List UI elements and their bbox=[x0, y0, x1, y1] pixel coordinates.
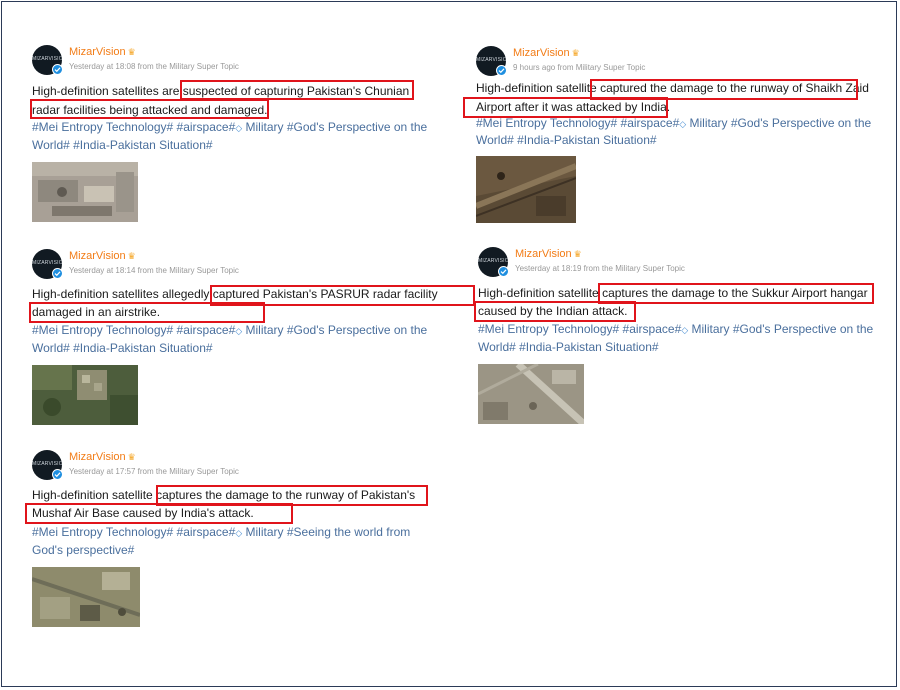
crown-icon: ♛ bbox=[127, 47, 136, 57]
post-timestamp[interactable]: Yesterday at 18:14 from the Military Sup… bbox=[69, 266, 239, 275]
crown-icon: ♛ bbox=[573, 249, 582, 259]
highlight-box bbox=[474, 301, 636, 322]
verified-badge-icon bbox=[52, 64, 63, 75]
satellite-image-thumbnail[interactable] bbox=[32, 567, 140, 627]
hashtag-line[interactable]: World# #India-Pakistan Situation# bbox=[32, 339, 213, 357]
account-name[interactable]: MizarVision ♛ bbox=[69, 250, 136, 262]
crown-icon: ♛ bbox=[127, 251, 136, 261]
hashtag-line[interactable]: #Mei Entropy Technology# #airspace#◇ Mil… bbox=[478, 320, 873, 339]
satellite-image-thumbnail[interactable] bbox=[32, 365, 138, 425]
hashtag-line[interactable]: #Mei Entropy Technology# #airspace#◇ Mil… bbox=[32, 321, 427, 340]
weibo-post: MIZARVISION MizarVision♛ Yesterday at 18… bbox=[30, 45, 452, 225]
hashtag-line[interactable]: World# #India-Pakistan Situation# bbox=[478, 338, 659, 356]
hashtag-line[interactable]: World# #India-Pakistan Situation# bbox=[32, 136, 213, 154]
post-timestamp[interactable]: 9 hours ago from Military Super Topic bbox=[513, 63, 645, 72]
post-timestamp[interactable]: Yesterday at 18:08 from the Military Sup… bbox=[69, 62, 239, 71]
highlight-box bbox=[25, 503, 293, 524]
weibo-post: MIZARVISION MizarVision♛ Yesterday at 18… bbox=[474, 247, 898, 427]
post-timestamp[interactable]: Yesterday at 17:57 from the Military Sup… bbox=[69, 467, 239, 476]
crown-icon: ♛ bbox=[571, 48, 580, 58]
weibo-post: MIZARVISION MizarVision♛ Yesterday at 17… bbox=[25, 450, 452, 630]
hashtag-line[interactable]: World# #India-Pakistan Situation# bbox=[476, 131, 657, 149]
post-timestamp[interactable]: Yesterday at 18:19 from the Military Sup… bbox=[515, 264, 685, 273]
highlight-box bbox=[463, 97, 668, 118]
verified-badge-icon bbox=[52, 469, 63, 480]
satellite-image-thumbnail[interactable] bbox=[476, 156, 576, 223]
verified-badge-icon bbox=[52, 268, 63, 279]
account-name[interactable]: MizarVision ♛ bbox=[69, 451, 136, 463]
verified-badge-icon bbox=[498, 266, 509, 277]
highlight-box bbox=[180, 80, 414, 100]
highlight-box bbox=[30, 99, 269, 119]
crown-icon: ♛ bbox=[127, 452, 136, 462]
hashtag-line[interactable]: #Mei Entropy Technology# #airspace#◇ Mil… bbox=[32, 118, 427, 137]
highlight-box bbox=[29, 302, 265, 323]
verified-badge-icon bbox=[496, 65, 507, 76]
hashtag-line[interactable]: #Mei Entropy Technology# #airspace#◇ Mil… bbox=[32, 523, 410, 542]
weibo-post: MIZARVISION MizarVision♛ Yesterday at 18… bbox=[29, 249, 475, 429]
satellite-image-thumbnail[interactable] bbox=[478, 364, 584, 424]
highlight-box bbox=[598, 283, 874, 304]
account-name[interactable]: MizarVision ♛ bbox=[515, 248, 582, 260]
account-name[interactable]: MizarVision ♛ bbox=[69, 46, 136, 58]
weibo-post: MIZARVISION MizarVision♛ 9 hours ago fro… bbox=[463, 46, 896, 226]
account-name[interactable]: MizarVision ♛ bbox=[513, 47, 580, 59]
satellite-image-thumbnail[interactable] bbox=[32, 162, 138, 222]
hashtag-line[interactable]: God's perspective# bbox=[32, 541, 134, 559]
